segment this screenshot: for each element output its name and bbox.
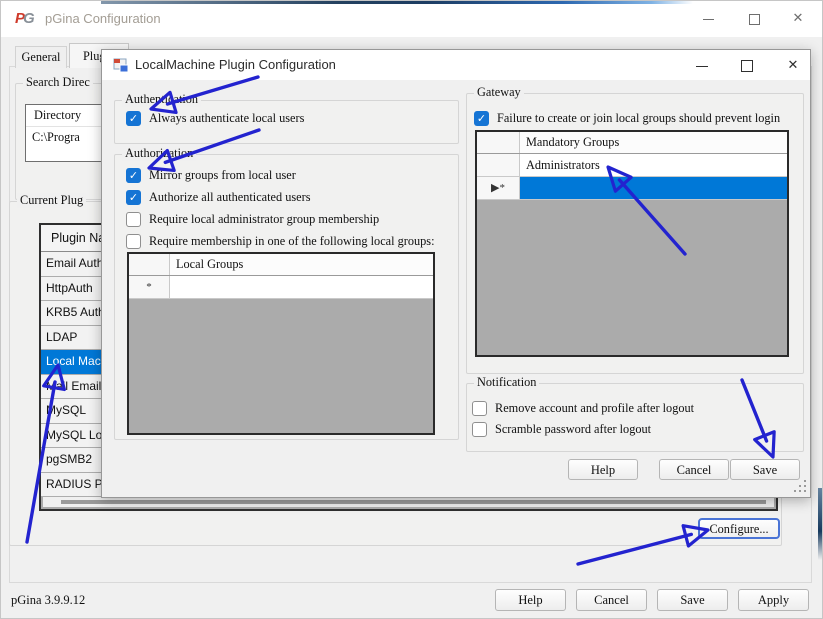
- authorization-group-label: Authorization: [122, 146, 196, 161]
- checkbox-row: Require local administrator group member…: [126, 208, 435, 230]
- pgina-configuration-window: PG pGina Configuration ✕ General Plugin …: [0, 0, 823, 619]
- window-title: pGina Configuration: [45, 11, 161, 26]
- dialog-titlebar: LocalMachine Plugin Configuration ✕: [102, 50, 810, 80]
- localmachine-plugin-configuration-dialog: LocalMachine Plugin Configuration ✕ Auth…: [101, 49, 811, 498]
- checkbox-checked[interactable]: ✓: [126, 111, 141, 126]
- checkbox-unchecked[interactable]: [126, 234, 141, 249]
- configure-button[interactable]: Configure...: [698, 518, 780, 539]
- checkbox-row: Scramble password after logout: [472, 419, 694, 440]
- maximize-button[interactable]: [739, 7, 769, 29]
- tab-general[interactable]: General: [15, 46, 67, 68]
- save-button[interactable]: Save: [657, 589, 728, 611]
- checkbox-label: Scramble password after logout: [495, 422, 651, 437]
- scrollbar-thumb[interactable]: [61, 500, 766, 504]
- notification-group-label: Notification: [474, 375, 539, 390]
- dialog-help-button[interactable]: Help: [568, 459, 638, 480]
- pgina-logo-icon: PG: [15, 10, 33, 27]
- checkbox-checked[interactable]: ✓: [126, 190, 141, 205]
- help-button[interactable]: Help: [495, 589, 566, 611]
- close-icon: ✕: [788, 57, 799, 72]
- resize-grip[interactable]: [794, 480, 807, 493]
- dialog-save-button[interactable]: Save: [730, 459, 800, 480]
- table-row[interactable]: *: [129, 276, 433, 299]
- gateway-checkboxes: ✓ Failure to create or join local groups …: [474, 107, 780, 129]
- dialog-title: LocalMachine Plugin Configuration: [135, 57, 336, 72]
- checkbox-unchecked[interactable]: [472, 401, 487, 416]
- checkbox-label: Require membership in one of the followi…: [149, 234, 435, 249]
- cancel-button[interactable]: Cancel: [576, 589, 647, 611]
- window-edge-artifact-top: [101, 1, 693, 4]
- plugin-table-horizontal-scrollbar[interactable]: [43, 497, 774, 507]
- minimize-icon: [703, 19, 714, 20]
- row-header-cell: ▶*: [477, 177, 520, 199]
- authorization-checkboxes: ✓ Mirror groups from local user ✓ Authorize…: [126, 164, 435, 252]
- checkbox-row: Remove account and profile after logout: [472, 398, 694, 419]
- row-header-cell: *: [129, 276, 170, 298]
- checkbox-label: Remove account and profile after logout: [495, 401, 694, 416]
- checkbox-label: Require local administrator group member…: [149, 212, 379, 227]
- maximize-icon: [749, 14, 760, 25]
- table-row[interactable]: ▶*: [477, 177, 787, 200]
- apply-button[interactable]: Apply: [738, 589, 809, 611]
- form-icon: [113, 57, 129, 77]
- current-plugins-label: Current Plug: [17, 193, 86, 208]
- dialog-close-button[interactable]: ✕: [778, 55, 808, 75]
- authentication-checkboxes: ✓ Always authenticate local users: [126, 107, 304, 129]
- notification-checkboxes: Remove account and profile after logout S…: [472, 398, 694, 440]
- dialog-cancel-button[interactable]: Cancel: [659, 459, 729, 480]
- minimize-icon: [696, 66, 708, 67]
- checkbox-unchecked[interactable]: [472, 422, 487, 437]
- local-groups-table[interactable]: Local Groups*: [127, 252, 435, 435]
- table-row[interactable]: Administrators: [477, 154, 787, 177]
- close-icon: ✕: [793, 10, 804, 25]
- checkbox-row: ✓ Failure to create or join local groups …: [474, 107, 780, 129]
- column-header-cell[interactable]: Mandatory Groups: [520, 132, 787, 153]
- maximize-icon: [741, 60, 753, 72]
- table-header-row: Local Groups: [129, 254, 433, 276]
- checkbox-row: ✓ Mirror groups from local user: [126, 164, 435, 186]
- dialog-minimize-button[interactable]: [687, 55, 717, 75]
- checkbox-label: Always authenticate local users: [149, 111, 304, 126]
- minimize-button[interactable]: [693, 7, 723, 29]
- checkbox-label: Mirror groups from local user: [149, 168, 296, 183]
- checkbox-row: ✓ Authorize all authenticated users: [126, 186, 435, 208]
- checkbox-label: Authorize all authenticated users: [149, 190, 311, 205]
- table-header-row: Mandatory Groups: [477, 132, 787, 154]
- table-cell[interactable]: [170, 276, 433, 298]
- table-cell[interactable]: Administrators: [520, 154, 787, 176]
- main-titlebar: PG pGina Configuration ✕: [1, 1, 823, 37]
- row-header-cell: [129, 254, 170, 275]
- checkbox-row: ✓ Always authenticate local users: [126, 107, 304, 129]
- table-cell[interactable]: [520, 177, 787, 199]
- checkbox-row: Require membership in one of the followi…: [126, 230, 435, 252]
- search-group-label: Search Direc: [23, 75, 93, 90]
- window-edge-artifact-right: [818, 488, 823, 560]
- version-text: pGina 3.9.9.12: [11, 593, 85, 608]
- dialog-maximize-button[interactable]: [732, 55, 762, 75]
- close-button[interactable]: ✕: [783, 7, 813, 29]
- column-header-cell[interactable]: Local Groups: [170, 254, 433, 275]
- checkbox-label: Failure to create or join local groups s…: [497, 111, 780, 126]
- row-header-cell: [477, 154, 520, 176]
- authentication-group-label: Authentication: [122, 92, 201, 107]
- checkbox-checked[interactable]: ✓: [126, 168, 141, 183]
- checkbox-unchecked[interactable]: [126, 212, 141, 227]
- gateway-group-label: Gateway: [474, 85, 524, 100]
- row-header-cell: [477, 132, 520, 153]
- checkbox-checked[interactable]: ✓: [474, 111, 489, 126]
- mandatory-groups-table[interactable]: Mandatory GroupsAdministrators▶*: [475, 130, 789, 357]
